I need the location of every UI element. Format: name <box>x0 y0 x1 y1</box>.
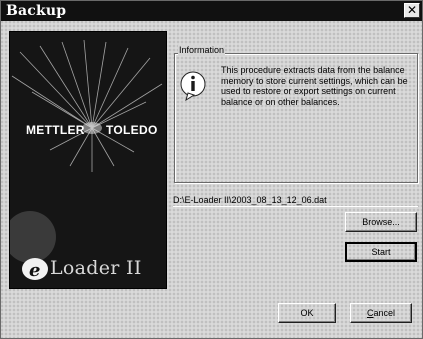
cancel-button[interactable]: Cancel <box>350 303 412 323</box>
backup-file-path: D:\E-Loader II\2003_08_13_12_06.dat <box>173 194 418 207</box>
brand-name-mettler: METTLER <box>26 123 85 137</box>
start-button-label: Start <box>371 247 391 257</box>
cancel-label-rest: ancel <box>373 308 395 318</box>
info-icon <box>180 71 206 101</box>
information-message: This procedure extracts data from the ba… <box>221 65 408 107</box>
product-logo-letter: e <box>29 260 40 281</box>
browse-button-label: Browse... <box>362 217 400 227</box>
brand-name-toledo: TOLEDO <box>106 123 158 137</box>
product-name: Loader II <box>50 257 142 279</box>
cancel-button-label: Cancel <box>367 308 395 318</box>
ok-button-label: OK <box>300 308 314 318</box>
start-button[interactable]: Start <box>345 242 417 262</box>
window-title: Backup <box>6 3 67 19</box>
backup-dialog: Backup ✕ METTLER TOLEDO e Loader II Info… <box>0 0 423 339</box>
close-button[interactable]: ✕ <box>404 3 420 18</box>
ok-button[interactable]: OK <box>278 303 336 323</box>
information-legend: Information <box>178 45 226 56</box>
close-icon: ✕ <box>406 3 418 17</box>
title-bar[interactable]: Backup ✕ <box>1 1 422 21</box>
e-loader-logo-icon: e <box>22 258 48 281</box>
branding-panel: METTLER TOLEDO e Loader II <box>9 31 167 289</box>
brand-rays-graphic <box>10 39 163 263</box>
browse-button[interactable]: Browse... <box>345 212 417 232</box>
